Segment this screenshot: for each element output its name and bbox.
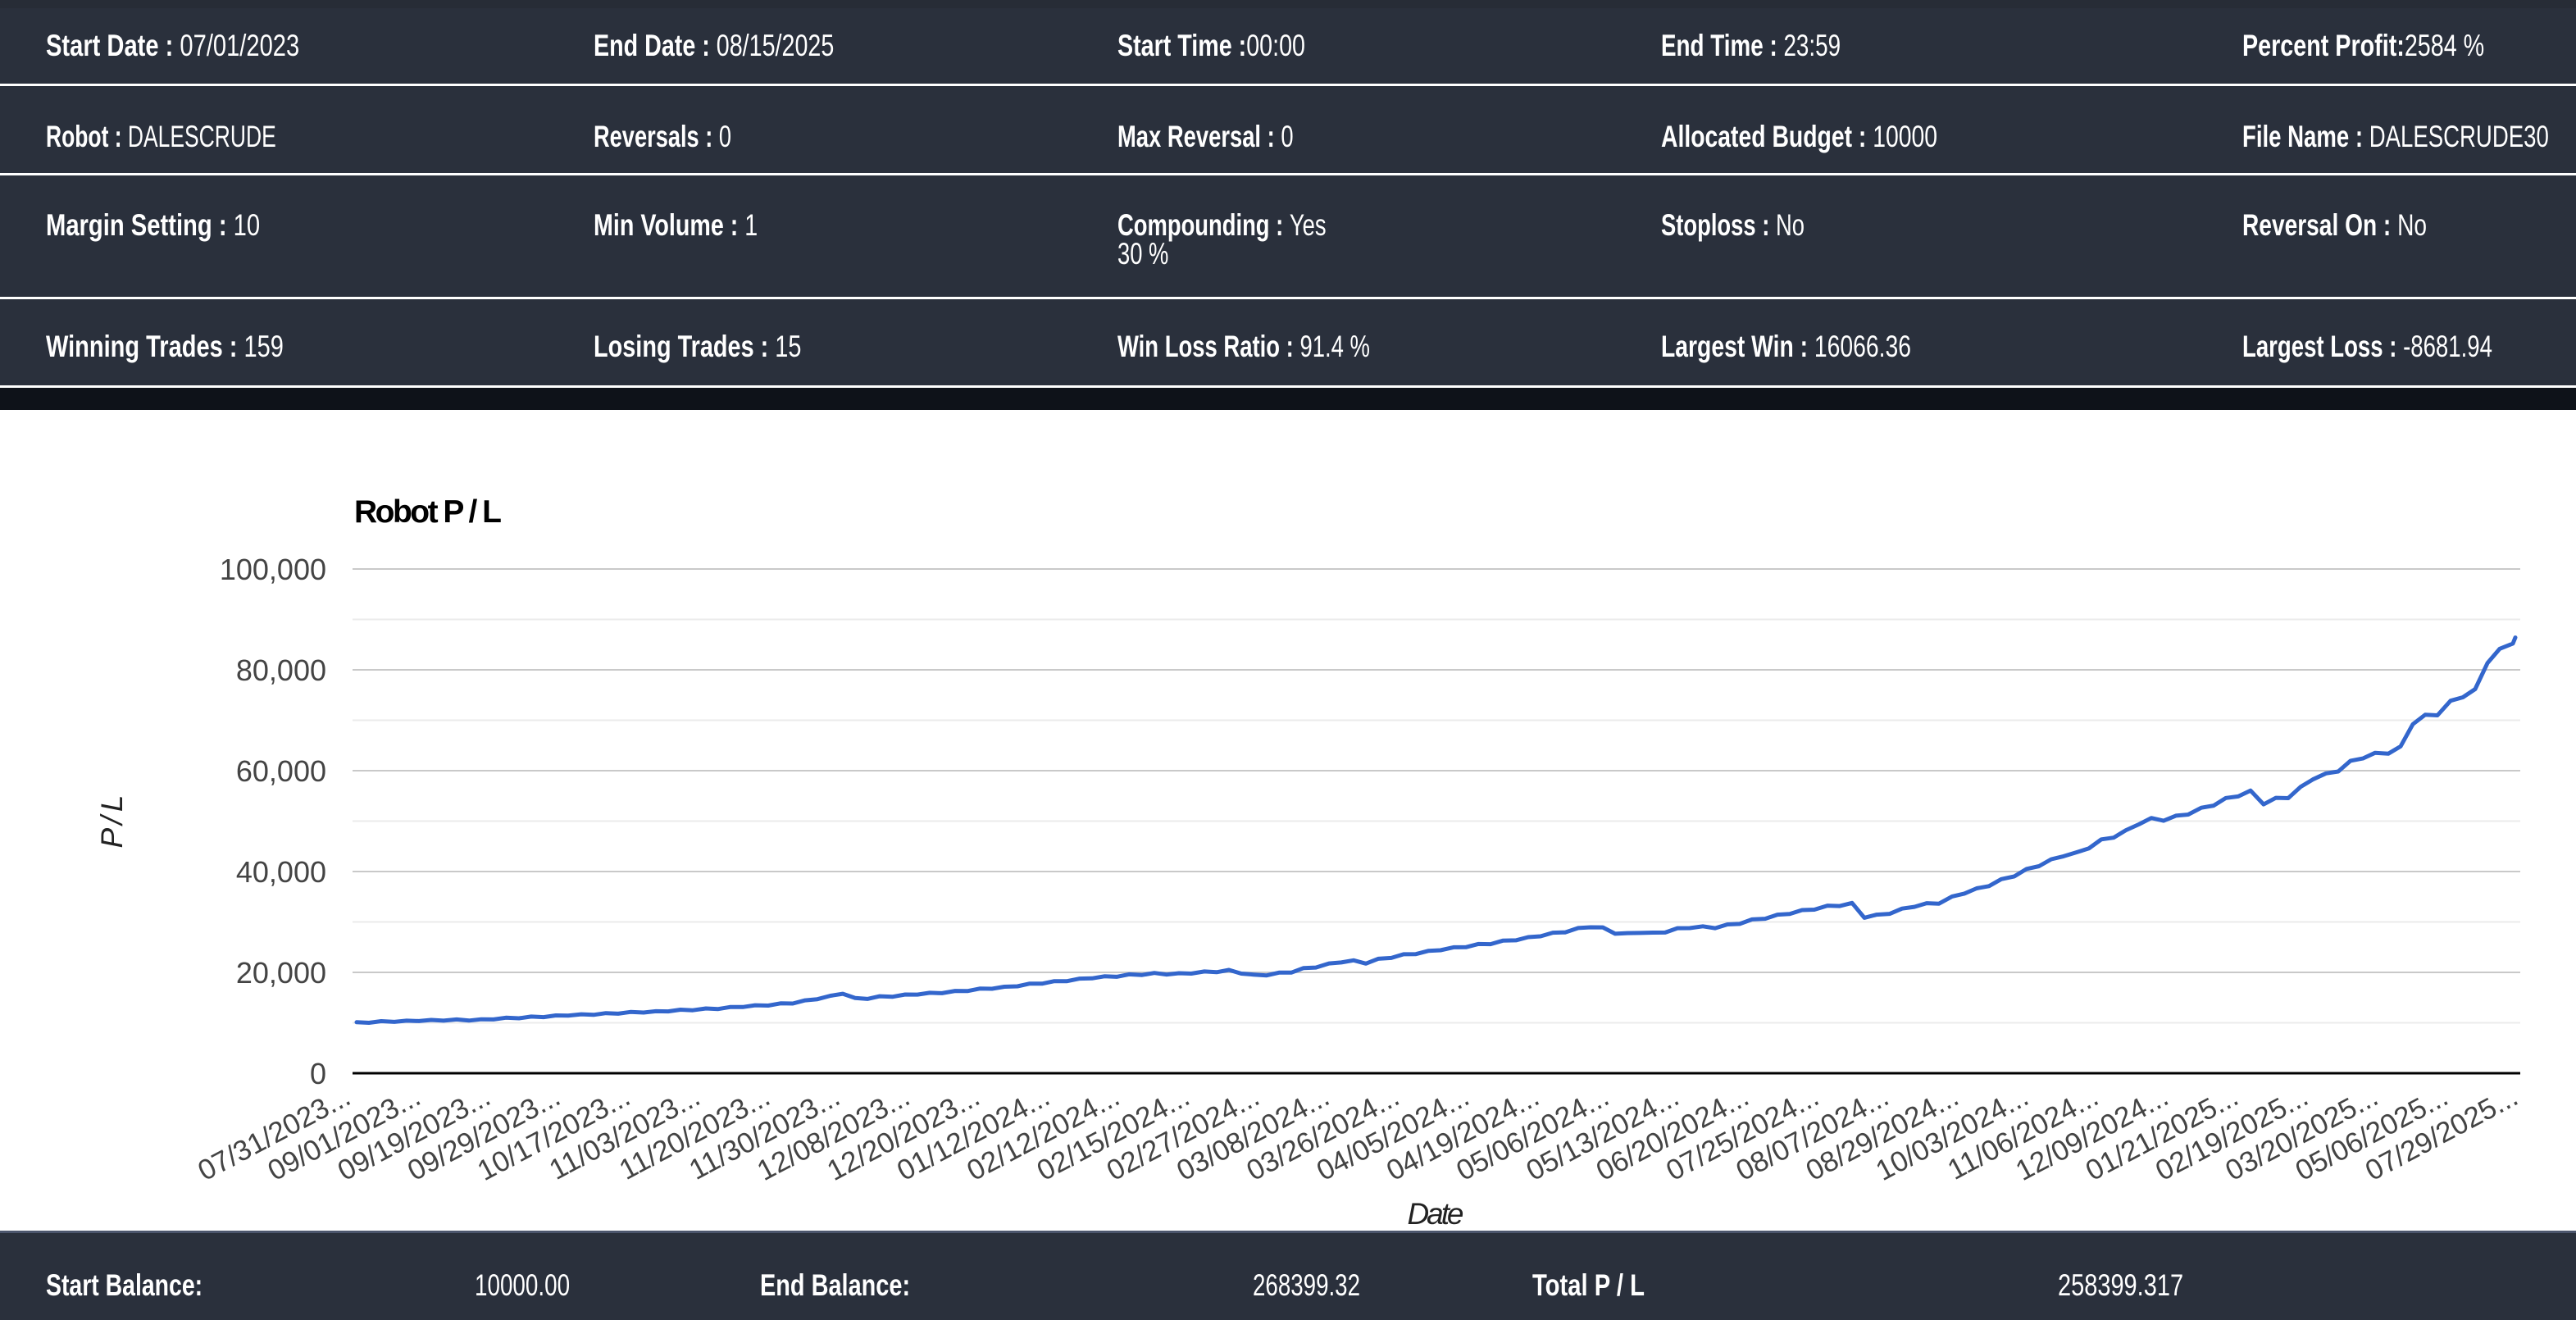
svg-text:0: 0 — [310, 1057, 326, 1090]
svg-text:100,000: 100,000 — [220, 553, 326, 586]
svg-text:20,000: 20,000 — [236, 956, 326, 990]
svg-text:Date: Date — [1408, 1197, 1464, 1231]
svg-text:Robot P / L: Robot P / L — [354, 494, 502, 530]
svg-text:60,000: 60,000 — [236, 754, 326, 788]
svg-text:40,000: 40,000 — [236, 855, 326, 889]
svg-text:80,000: 80,000 — [236, 653, 326, 687]
svg-text:P / L: P / L — [95, 795, 129, 849]
